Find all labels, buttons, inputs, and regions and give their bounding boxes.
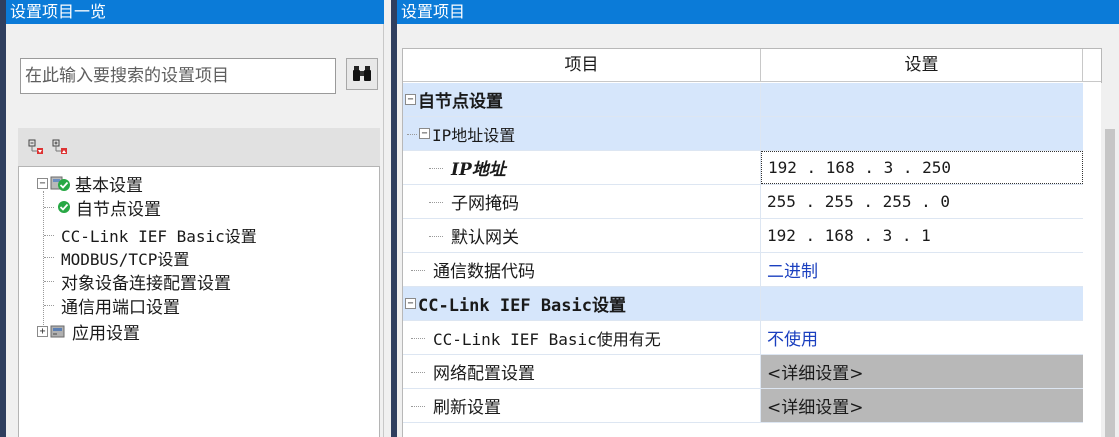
grid-cell-item: IP地址 bbox=[403, 151, 761, 184]
grid-row-label: 通信数据代码 bbox=[433, 262, 535, 282]
binoculars-icon bbox=[353, 66, 371, 81]
grid-row-comm-data-code[interactable]: 通信数据代码 二进制 bbox=[403, 253, 1083, 287]
grid-row-refresh[interactable]: 刷新设置 <详细设置> bbox=[403, 389, 1083, 423]
cclink-usage-select[interactable]: 不使用 bbox=[761, 321, 1083, 354]
tree-guide-line bbox=[44, 281, 54, 282]
grid-row-label: 刷新设置 bbox=[433, 398, 501, 418]
settings-detail-title: 设置项目 bbox=[397, 0, 1119, 24]
tree-guide-line bbox=[429, 168, 443, 169]
refresh-detail-button[interactable]: <详细设置> bbox=[761, 389, 1083, 422]
grid-cell-value bbox=[761, 117, 1083, 150]
tree-item-app[interactable]: + 应用设置 bbox=[37, 319, 140, 344]
grid-cell-item: 子网掩码 bbox=[403, 185, 761, 218]
grid-row-self-node[interactable]: − 自节点设置 bbox=[403, 83, 1083, 117]
grid-cell-value bbox=[761, 83, 1083, 116]
tree-toolbar bbox=[18, 128, 380, 166]
pane-edge bbox=[391, 24, 397, 437]
ip-address-field[interactable]: 192 . 168 . 3 . 250 bbox=[761, 151, 1083, 184]
search-input[interactable] bbox=[20, 58, 336, 94]
grid-row-label: IP地址设置 bbox=[432, 125, 516, 145]
grid-row-label: 默认网关 bbox=[451, 228, 519, 248]
grid-row-ip-settings[interactable]: − IP地址设置 bbox=[403, 117, 1083, 151]
grid-row-label: 子网掩码 bbox=[451, 194, 519, 214]
grid-row-label: 自节点设置 bbox=[418, 92, 503, 112]
tree-item-label: 基本设置 bbox=[75, 175, 143, 196]
grid-row-label: CC-Link IEF Basic设置 bbox=[418, 296, 626, 316]
grid-row-cclink-usage[interactable]: CC-Link IEF Basic使用有无 不使用 bbox=[403, 321, 1083, 355]
grid-row-cclink[interactable]: − CC-Link IEF Basic设置 bbox=[403, 287, 1083, 321]
vertical-scrollbar[interactable] bbox=[1101, 83, 1119, 437]
grid-cell-item: − CC-Link IEF Basic设置 bbox=[403, 287, 761, 320]
grid-cell-item: 网络配置设置 bbox=[403, 355, 761, 388]
network-config-detail-button[interactable]: <详细设置> bbox=[761, 355, 1083, 388]
tree-item-comm-port[interactable]: 通信用端口设置 bbox=[61, 293, 180, 318]
search-button[interactable] bbox=[346, 58, 378, 90]
tree-guide-line bbox=[43, 191, 44, 333]
grid-row-subnet-mask[interactable]: 子网掩码 255 . 255 . 255 . 0 bbox=[403, 185, 1083, 219]
collapse-toggle[interactable]: − bbox=[405, 298, 416, 309]
grid-cell-item: CC-Link IEF Basic使用有无 bbox=[403, 321, 761, 354]
tree-item-label: 通信用端口设置 bbox=[61, 297, 180, 318]
settings-window: 设置项目一览 在此输入要搜索的设置项目 − 基本设置 自节点设置 CC-Link… bbox=[0, 0, 1119, 437]
collapse-all-icon[interactable] bbox=[28, 139, 44, 155]
tree-guide-line bbox=[44, 257, 54, 258]
collapse-toggle[interactable]: − bbox=[419, 128, 430, 139]
default-gateway-field[interactable]: 192 . 168 . 3 . 1 bbox=[761, 219, 1083, 252]
tree-item-label: 对象设备连接配置设置 bbox=[61, 273, 231, 294]
tree-item-basic[interactable]: − 基本设置 bbox=[37, 171, 143, 196]
grid-row-ip-address[interactable]: IP地址 192 . 168 . 3 . 250 bbox=[403, 151, 1083, 185]
grid-cell-item: − 自节点设置 bbox=[403, 83, 761, 116]
check-circle-icon bbox=[58, 201, 70, 213]
settings-grid: 项目 设置 − 自节点设置 − IP地址设置 IP地址 192 . 168 . … bbox=[402, 48, 1119, 437]
tree-guide-line bbox=[429, 202, 443, 203]
tree-item-modbus[interactable]: MODBUS/TCP设置 bbox=[61, 246, 189, 270]
check-circle-icon bbox=[58, 179, 70, 191]
tree-item-target-device[interactable]: 对象设备连接配置设置 bbox=[61, 269, 231, 294]
tree-guide-line bbox=[407, 134, 417, 135]
tree-guide-line bbox=[411, 406, 425, 407]
tree-guide-line bbox=[44, 207, 54, 208]
tree-guide-line bbox=[411, 270, 425, 271]
module-icon bbox=[50, 325, 65, 338]
scrollbar-thumb[interactable] bbox=[1105, 129, 1115, 437]
grid-row-network-config[interactable]: 网络配置设置 <详细设置> bbox=[403, 355, 1083, 389]
tree-item-label: CC-Link IEF Basic设置 bbox=[61, 227, 257, 246]
grid-header: 项目 设置 bbox=[403, 49, 1101, 82]
tree-item-cclink[interactable]: CC-Link IEF Basic设置 bbox=[61, 223, 257, 247]
collapse-toggle[interactable]: − bbox=[405, 94, 416, 105]
tree-item-label: MODBUS/TCP设置 bbox=[61, 250, 190, 269]
grid-cell-item: 刷新设置 bbox=[403, 389, 761, 422]
pane-edge bbox=[0, 0, 6, 437]
grid-row-label: CC-Link IEF Basic使用有无 bbox=[433, 329, 661, 349]
expand-all-icon[interactable] bbox=[52, 139, 68, 155]
grid-row-label: 网络配置设置 bbox=[433, 364, 535, 384]
tree-guide-line bbox=[429, 236, 443, 237]
collapse-toggle[interactable]: − bbox=[37, 177, 48, 189]
grid-cell-item: 通信数据代码 bbox=[403, 253, 761, 286]
settings-list-pane: 设置项目一览 在此输入要搜索的设置项目 − 基本设置 自节点设置 CC-Link… bbox=[0, 0, 384, 437]
grid-row-label: IP地址 bbox=[451, 160, 506, 180]
comm-data-code-select[interactable]: 二进制 bbox=[761, 253, 1083, 286]
tree-guide-line bbox=[411, 338, 425, 339]
tree-guide-line bbox=[411, 372, 425, 373]
tree-guide-line bbox=[44, 305, 54, 306]
subnet-mask-field[interactable]: 255 . 255 . 255 . 0 bbox=[761, 185, 1083, 218]
grid-cell-value bbox=[761, 287, 1083, 320]
column-header-item[interactable]: 项目 bbox=[403, 49, 761, 82]
tree-item-label: 自节点设置 bbox=[76, 199, 161, 220]
tree-guide-line bbox=[44, 235, 54, 236]
grid-cell-item: − IP地址设置 bbox=[403, 117, 761, 150]
expand-toggle[interactable]: + bbox=[37, 325, 48, 337]
tree-item-label: 应用设置 bbox=[72, 323, 140, 344]
column-header-setting[interactable]: 设置 bbox=[761, 49, 1083, 82]
column-header-filler bbox=[1083, 49, 1101, 82]
tree-item-self-node[interactable]: 自节点设置 bbox=[57, 195, 161, 220]
settings-tree: − 基本设置 自节点设置 CC-Link IEF Basic设置 MODBUS/… bbox=[18, 166, 380, 437]
settings-list-title: 设置项目一览 bbox=[6, 0, 384, 24]
grid-cell-item: 默认网关 bbox=[403, 219, 761, 252]
grid-row-default-gateway[interactable]: 默认网关 192 . 168 . 3 . 1 bbox=[403, 219, 1083, 253]
